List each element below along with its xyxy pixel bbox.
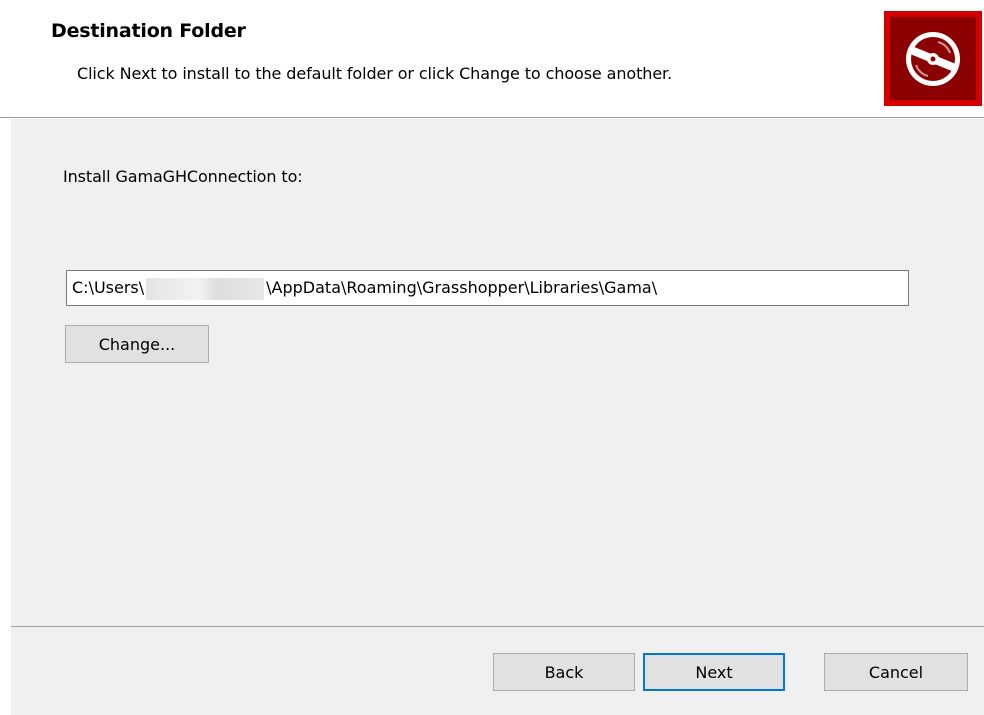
path-suffix: \AppData\Roaming\Grasshopper\Libraries\G… <box>266 278 658 297</box>
main-panel: Install GamaGHConnection to: C:\Users\ \A… <box>11 119 984 626</box>
disc-icon <box>906 31 960 86</box>
install-path-field[interactable]: C:\Users\ \AppData\Roaming\Grasshopper\Li… <box>66 270 909 306</box>
install-label: Install GamaGHConnection to: <box>63 167 303 186</box>
page-title: Destination Folder <box>51 20 246 42</box>
cancel-button[interactable]: Cancel <box>824 653 968 691</box>
redacted-username <box>146 277 265 300</box>
path-prefix: C:\Users\ <box>72 278 145 297</box>
next-button[interactable]: Next <box>643 653 785 691</box>
change-button[interactable]: Change... <box>65 325 209 363</box>
back-button[interactable]: Back <box>493 653 635 691</box>
installer-logo <box>884 11 982 106</box>
header-banner: Destination Folder Click Next to install… <box>0 0 984 117</box>
page-subtitle: Click Next to install to the default fol… <box>77 64 673 83</box>
installer-disc-icon <box>890 17 976 100</box>
footer-bar: Back Next Cancel <box>11 627 984 715</box>
